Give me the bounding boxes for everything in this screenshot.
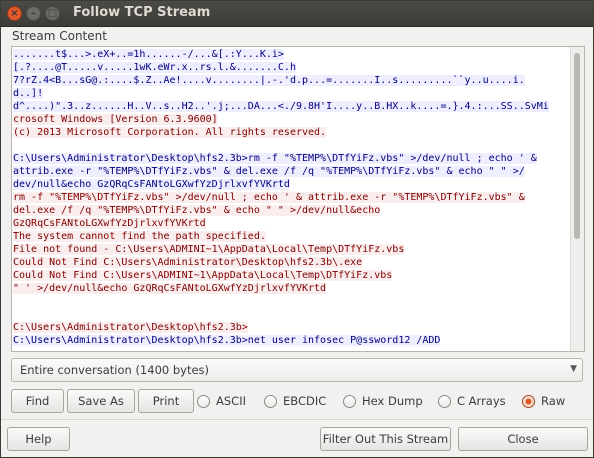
server-text: del.exe /f /q "%TEMP%\DTfYiFz.vbs" & ech…	[13, 205, 381, 216]
stream-line: del.exe /f /q "%TEMP%\DTfYiFz.vbs" & ech…	[13, 204, 570, 217]
stream-line: Could Not Find C:\Users\Administrator\De…	[13, 256, 570, 269]
stream-line: .......t$...>.eX+..=1h......-/...&[.:Y..…	[13, 48, 570, 61]
stream-line	[13, 139, 570, 152]
close-icon: ×	[10, 8, 19, 19]
client-text: d^....)".3..z......H..V..s..H2..'.j;...D…	[13, 101, 549, 112]
server-text: GzQRqCsFANtoLGXwfYzDjrlxvfYVKrtd	[13, 218, 206, 229]
print-button[interactable]: Print	[138, 389, 194, 413]
window-title: Follow TCP Stream	[73, 5, 211, 20]
title-bar: × – □ Follow TCP Stream	[1, 1, 593, 27]
window-maximize-button[interactable]: □	[45, 6, 60, 21]
server-text: (c) 2013 Microsoft Corporation. All righ…	[13, 127, 327, 138]
stream-line: " ' >/dev/null&echo GzQRqCsFANtoLGXwfYzD…	[13, 282, 570, 295]
format-radio-raw[interactable]: Raw	[522, 391, 565, 411]
find-button[interactable]: Find	[11, 389, 64, 413]
conversation-select-value: Entire conversation (1400 bytes)	[20, 363, 210, 377]
stream-line: 7?rZ.4<B...sG@.:....$.Z..Ae!....v.......…	[13, 74, 570, 87]
client-text: [.?....@T.....v.....1wK.eWr.x..rs.l.&...…	[13, 62, 296, 73]
client-text: 7?rZ.4<B...sG@.:....$.Z..Ae!....v.......…	[13, 75, 525, 86]
stream-line: Could Not Find C:\Users\ADMINI~1\AppData…	[13, 269, 570, 282]
stream-line: attrib.exe -r "%TEMP%\DTfYiFz.vbs" & del…	[13, 165, 570, 178]
footer-divider	[1, 419, 593, 420]
format-label-ebcdic: EBCDIC	[283, 394, 327, 408]
window-close-button[interactable]: ×	[7, 6, 22, 21]
radio-button-icon	[438, 394, 451, 408]
format-radio-hex-dump[interactable]: Hex Dump	[343, 391, 423, 411]
stream-line: rm -f "%TEMP%\DTfYiFz.vbs" >/dev/null ; …	[13, 191, 570, 204]
filter-out-stream-button[interactable]: Filter Out This Stream	[320, 427, 451, 451]
server-text: Could Not Find C:\Users\ADMINI~1\AppData…	[13, 270, 393, 281]
stream-line: d..]!	[13, 87, 570, 100]
radio-button-icon	[197, 394, 210, 408]
window-minimize-button[interactable]: –	[26, 6, 41, 21]
radio-button-icon	[264, 394, 277, 408]
server-text: " ' >/dev/null&echo GzQRqCsFANtoLGXwfYzD…	[13, 283, 327, 294]
format-label-c-arrays: C Arrays	[457, 394, 506, 408]
stream-line	[13, 295, 570, 308]
client-text: dev/null&echo GzQRqCsFANtoLGXwfYzDjrlxvf…	[13, 179, 290, 190]
chevron-down-icon: ▼	[570, 364, 577, 374]
radio-button-icon	[343, 394, 356, 408]
stream-line: File not found - C:\Users\ADMINI~1\AppDa…	[13, 243, 570, 256]
stream-content-view[interactable]: .......t$...>.eX+..=1h......-/...&[.:Y..…	[11, 46, 585, 352]
client-text: d..]!	[13, 88, 44, 99]
scrollbar-thumb[interactable]	[574, 53, 580, 239]
stream-line: C:\Users\Administrator\Desktop\hfs2.3b>	[13, 321, 570, 334]
close-button[interactable]: Close	[458, 427, 588, 451]
stream-content-label: Stream Content	[12, 29, 107, 43]
client-text: C:\Users\Administrator\Desktop\hfs2.3b>n…	[13, 335, 441, 346]
format-radio-ebcdic[interactable]: EBCDIC	[264, 391, 326, 411]
vertical-scrollbar[interactable]	[570, 47, 584, 351]
stream-line: GzQRqCsFANtoLGXwfYzDjrlxvfYVKrtd	[13, 217, 570, 230]
help-button[interactable]: Help	[7, 427, 70, 451]
server-text: The system cannot find the path specifie…	[13, 231, 266, 242]
client-text: attrib.exe -r "%TEMP%\DTfYiFz.vbs" & del…	[13, 166, 525, 177]
stream-line: C:\Users\Administrator\Desktop\hfs2.3b>r…	[13, 152, 570, 165]
stream-line: crosoft Windows [Version 6.3.9600]	[13, 113, 570, 126]
client-text: .......t$...>.eX+..=1h......-/...&[.:Y..…	[13, 49, 284, 60]
format-radio-c-arrays[interactable]: C Arrays	[438, 391, 506, 411]
conversation-select[interactable]: Entire conversation (1400 bytes) ▼	[11, 358, 583, 382]
maximize-icon: □	[47, 8, 58, 19]
minimize-icon: –	[31, 8, 36, 19]
server-text: C:\Users\Administrator\Desktop\hfs2.3b>	[13, 322, 248, 333]
format-label-hex-dump: Hex Dump	[362, 394, 423, 408]
radio-button-selected-icon	[522, 394, 535, 408]
stream-line: dev/null&echo GzQRqCsFANtoLGXwfYzDjrlxvf…	[13, 178, 570, 191]
format-label-raw: Raw	[541, 394, 566, 408]
follow-tcp-stream-window: × – □ Follow TCP Stream Stream Content .…	[0, 0, 594, 458]
stream-line: C:\Users\Administrator\Desktop\hfs2.3b>n…	[13, 334, 570, 347]
stream-text[interactable]: .......t$...>.eX+..=1h......-/...&[.:Y..…	[13, 48, 570, 347]
server-text: crosoft Windows [Version 6.3.9600]	[13, 114, 218, 125]
save-as-button[interactable]: Save As	[67, 389, 135, 413]
server-text: rm -f "%TEMP%\DTfYiFz.vbs" >/dev/null ; …	[13, 192, 525, 203]
stream-line	[13, 308, 570, 321]
client-text: C:\Users\Administrator\Desktop\hfs2.3b>r…	[13, 153, 537, 164]
stream-line: [.?....@T.....v.....1wK.eWr.x..rs.l.&...…	[13, 61, 570, 74]
stream-line: The system cannot find the path specifie…	[13, 230, 570, 243]
stream-line: (c) 2013 Microsoft Corporation. All righ…	[13, 126, 570, 139]
stream-line: d^....)".3..z......H..V..s..H2..'.j;...D…	[13, 100, 570, 113]
server-text: File not found - C:\Users\ADMINI~1\AppDa…	[13, 244, 405, 255]
format-radio-ascii[interactable]: ASCII	[197, 391, 246, 411]
server-text: Could Not Find C:\Users\Administrator\De…	[13, 257, 363, 268]
format-label-ascii: ASCII	[216, 394, 246, 408]
